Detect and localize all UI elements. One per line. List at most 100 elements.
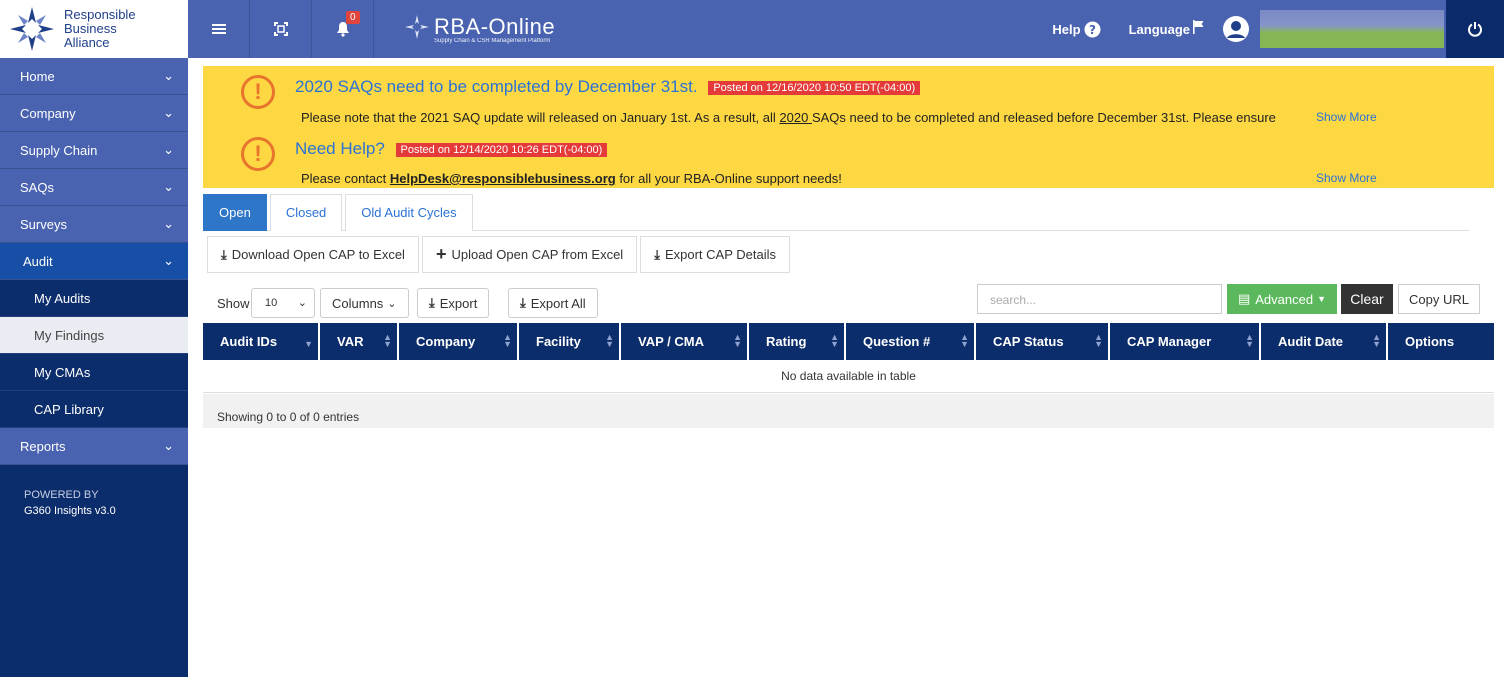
top-bar: 0 RBA-Online Supply Chain & CSR Manageme… <box>188 0 1504 58</box>
sidebar-item-label: Company <box>20 105 76 121</box>
column-header-question[interactable]: Question # ▲ ▼ <box>846 323 976 360</box>
clear-button[interactable]: Clear <box>1341 284 1393 314</box>
sort-icon: ▲ ▼ <box>733 332 742 349</box>
column-header-facility[interactable]: Facility ▲ ▼ <box>519 323 621 360</box>
search-input[interactable]: search... <box>977 284 1222 314</box>
sort-icon: ▲ ▼ <box>605 332 614 349</box>
announcement-text: Please contact <box>301 171 390 186</box>
column-header-label: Audit Date <box>1278 334 1343 349</box>
sidebar-item-saqs[interactable]: SAQs ⌄ <box>0 169 188 206</box>
sidebar-subitem-my-findings[interactable]: My Findings <box>0 317 188 354</box>
page-size-select[interactable]: 10 ⌄ <box>251 288 315 318</box>
column-header-label: Facility <box>536 334 581 349</box>
column-header-label: Options <box>1405 334 1455 349</box>
button-label: Export CAP Details <box>664 247 776 262</box>
download-icon: ⤓ <box>221 246 227 262</box>
logout-button[interactable] <box>1446 0 1504 58</box>
column-header-vap-cma[interactable]: VAP / CMA ▲ ▼ <box>621 323 749 360</box>
tab-old-audit-cycles[interactable]: Old Audit Cycles <box>345 194 473 231</box>
copy-url-button[interactable]: Copy URL <box>1398 284 1480 314</box>
logo-line: Alliance <box>64 35 110 50</box>
sidebar-subitem-my-cmas[interactable]: My CMAs <box>0 354 188 391</box>
chevron-down-icon: ⌄ <box>163 438 174 453</box>
column-header-rating[interactable]: Rating ▲ ▼ <box>749 323 846 360</box>
column-header-audit-date[interactable]: Audit Date ▲ ▼ <box>1261 323 1388 360</box>
export-button[interactable]: ⤓ Export <box>417 288 490 318</box>
user-avatar-icon[interactable] <box>1222 15 1250 43</box>
help-link[interactable]: Help ? <box>1052 21 1101 38</box>
button-label: Advanced <box>1255 291 1314 307</box>
compass-logo-icon <box>10 7 54 51</box>
announcement-year-link: 2020 <box>779 110 812 125</box>
download-cap-button[interactable]: ⤓ Download Open CAP to Excel <box>207 236 419 273</box>
sidebar-item-company[interactable]: Company ⌄ <box>0 95 188 132</box>
audit-tabs: Open Closed Old Audit Cycles <box>203 194 1469 231</box>
rba-logo[interactable]: Responsible Business Alliance <box>0 0 188 58</box>
column-header-label: Audit IDs <box>220 334 278 349</box>
fullscreen-button[interactable] <box>250 0 312 58</box>
table-empty-message: No data available in table <box>203 360 1494 393</box>
show-label: Show <box>217 296 250 311</box>
column-header-company[interactable]: Company ▲ ▼ <box>399 323 519 360</box>
user-name-redacted <box>1260 10 1444 48</box>
column-header-label: CAP Status <box>993 334 1064 349</box>
flag-icon <box>1193 20 1204 34</box>
top-right-controls: Help ? Language <box>1052 0 1444 58</box>
advanced-button[interactable]: ▤ Advanced ▼ <box>1227 284 1337 314</box>
brand[interactable]: RBA-Online Supply Chain & CSR Management… <box>404 14 555 44</box>
column-header-options: Options <box>1388 323 1494 360</box>
tab-open[interactable]: Open <box>203 194 267 231</box>
language-label: Language <box>1128 21 1190 37</box>
brand-subtitle: Supply Chain & CSR Management Platform <box>434 38 551 44</box>
sidebar-subitem-cap-library[interactable]: CAP Library <box>0 391 188 428</box>
upload-cap-button[interactable]: + Upload Open CAP from Excel <box>421 236 638 273</box>
chevron-down-icon: ⌄ <box>387 297 397 310</box>
sidebar-item-surveys[interactable]: Surveys ⌄ <box>0 206 188 243</box>
exclamation-circle-icon: ! <box>241 137 275 171</box>
column-header-audit-ids[interactable]: Audit IDs ▼ <box>203 323 320 360</box>
sort-icon: ▲ ▼ <box>1245 332 1254 349</box>
sidebar-item-home[interactable]: Home ⌄ <box>0 58 188 95</box>
sidebar-item-audit[interactable]: Audit ⌄ <box>0 243 188 280</box>
column-header-label: CAP Manager <box>1127 334 1212 349</box>
help-label: Help <box>1052 21 1081 37</box>
show-more-link[interactable]: Show More <box>1316 110 1377 124</box>
sidebar-subitem-my-audits[interactable]: My Audits <box>0 280 188 317</box>
export-all-button[interactable]: ⤓ Export All <box>508 288 598 318</box>
question-circle-icon: ? <box>1084 21 1101 37</box>
notifications-button[interactable]: 0 <box>312 0 374 58</box>
announcement-title-text: Need Help? <box>295 139 385 158</box>
brand-compass-icon <box>405 15 429 39</box>
button-label: Export <box>439 295 478 311</box>
language-selector[interactable]: Language <box>1128 20 1206 37</box>
export-cap-details-button[interactable]: ⤓ Export CAP Details <box>640 236 790 273</box>
sidebar-item-reports[interactable]: Reports ⌄ <box>0 428 188 465</box>
logo-line: Responsible <box>64 7 136 22</box>
svg-text:?: ? <box>1089 23 1096 37</box>
show-more-link[interactable]: Show More <box>1316 171 1377 185</box>
sidebar-item-label: Supply Chain <box>20 142 98 158</box>
menu-button[interactable] <box>188 0 250 58</box>
fullscreen-icon <box>273 22 288 36</box>
sidebar: Home ⌄ Company ⌄ Supply Chain ⌄ SAQs ⌄ Surve… <box>0 58 188 677</box>
column-header-cap-status[interactable]: CAP Status ▲ ▼ <box>976 323 1110 360</box>
page-size-value: 10 <box>265 297 278 309</box>
sort-icon: ▲ ▼ <box>383 332 392 349</box>
chevron-down-icon: ⌄ <box>163 216 174 231</box>
sidebar-item-supply-chain[interactable]: Supply Chain ⌄ <box>0 132 188 169</box>
column-header-label: Company <box>416 334 476 349</box>
sidebar-item-label: SAQs <box>20 179 54 195</box>
columns-button[interactable]: Columns ⌄ <box>320 288 409 318</box>
hamburger-icon <box>211 24 226 34</box>
posted-badge: Posted on 12/14/2020 10:26 EDT(-04:00) <box>395 142 608 157</box>
column-header-cap-manager[interactable]: CAP Manager ▲ ▼ <box>1110 323 1261 360</box>
power-icon <box>1468 22 1482 37</box>
column-header-var[interactable]: VAR ▲ ▼ <box>320 323 399 360</box>
logo-line: Business <box>64 21 117 36</box>
sort-icon: ▲ ▼ <box>830 332 839 349</box>
tab-closed[interactable]: Closed <box>269 194 343 231</box>
chevron-down-icon: ⌄ <box>163 179 174 194</box>
download-icon: ⤓ <box>654 246 660 262</box>
sidebar-item-label: Audit <box>23 253 53 269</box>
helpdesk-email-link[interactable]: HelpDesk@responsiblebusiness.org <box>390 171 616 186</box>
